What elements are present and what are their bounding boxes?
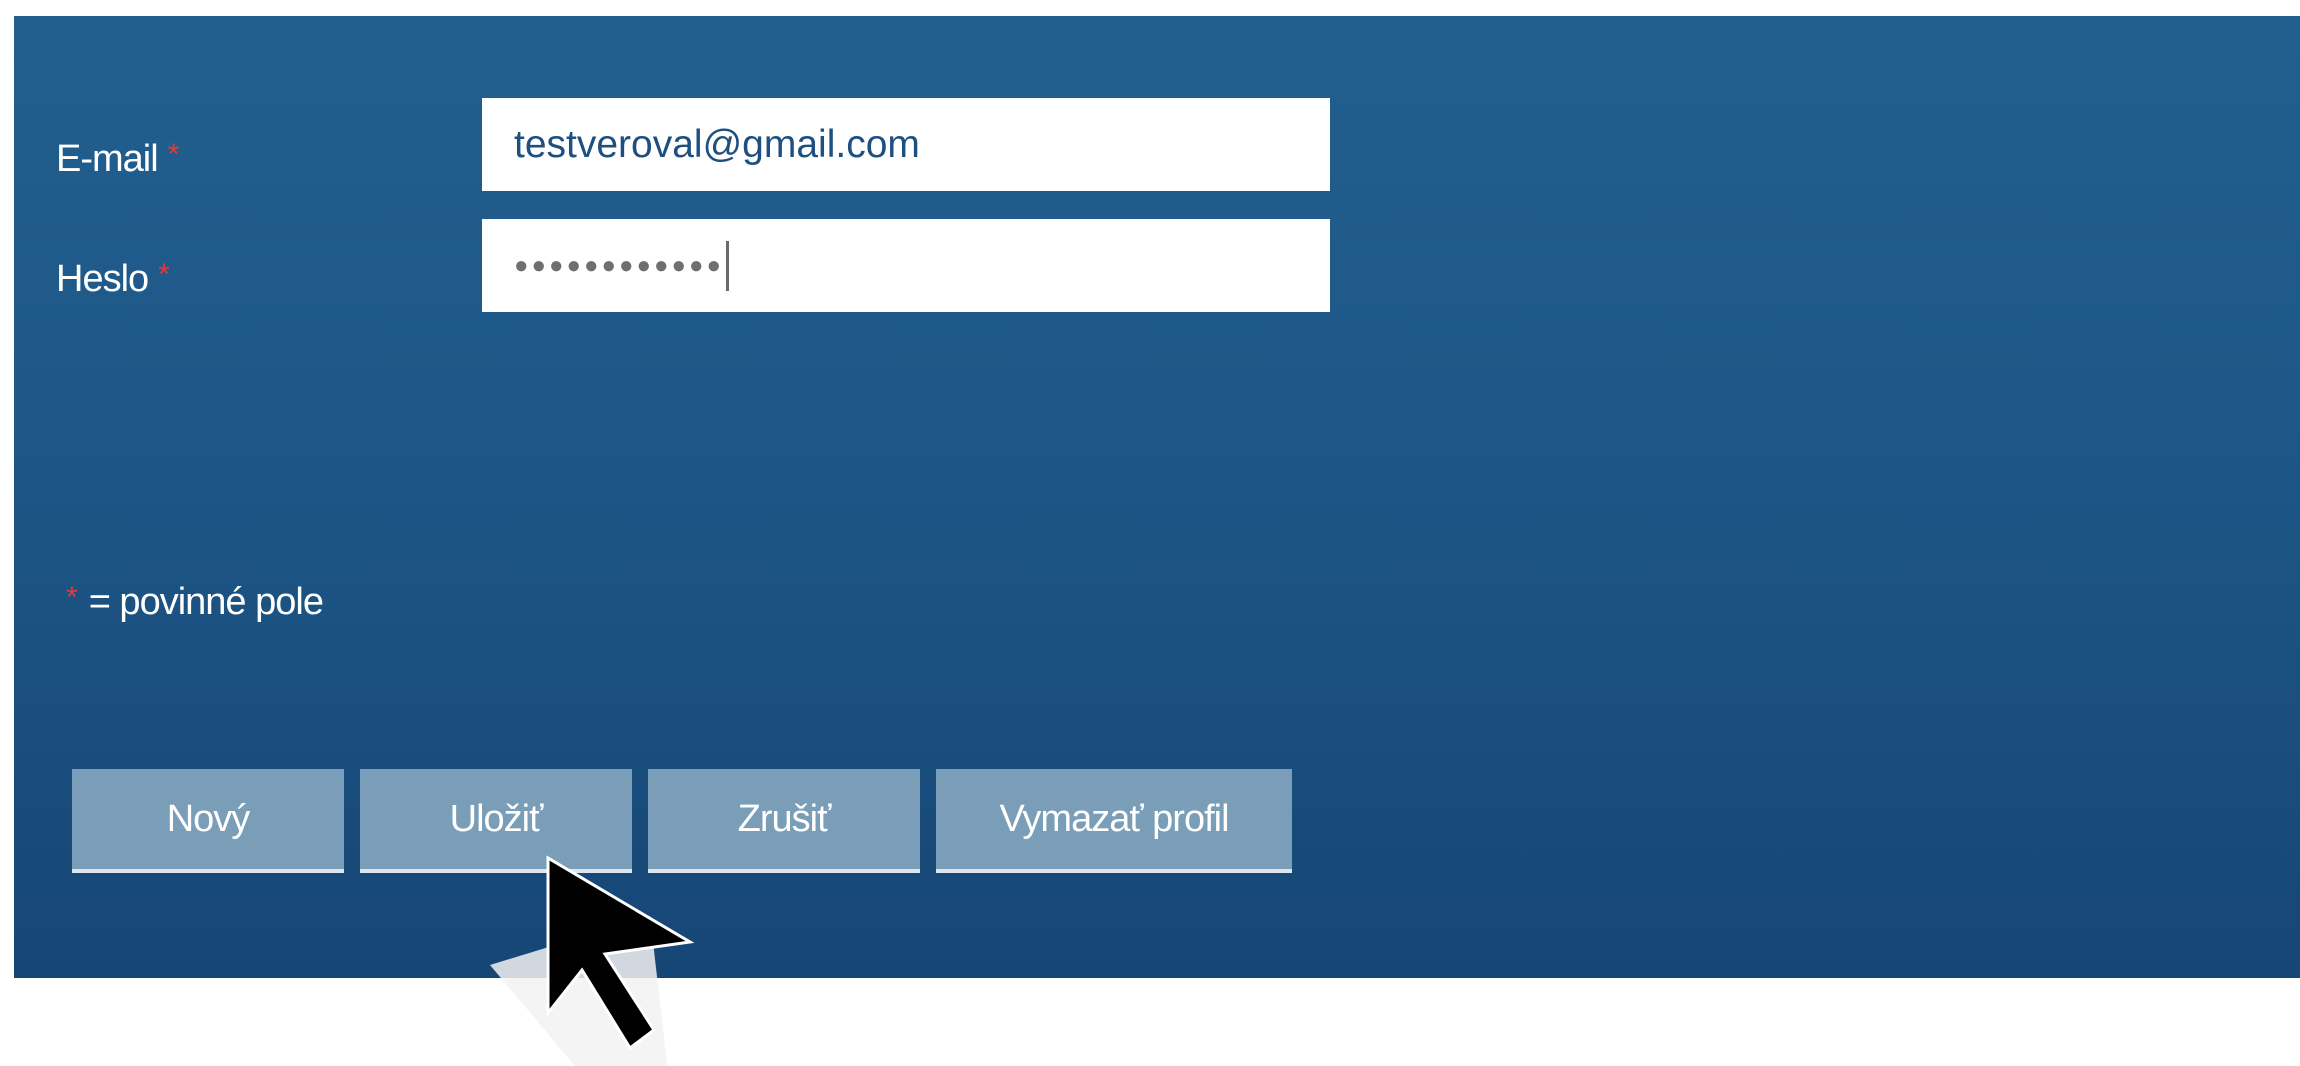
new-button[interactable]: Nový: [72, 769, 344, 873]
password-mask: ●●●●●●●●●●●●: [514, 251, 724, 279]
mouse-pointer-icon: [490, 855, 695, 1066]
text-caret: [725, 240, 729, 291]
required-mark: *: [167, 138, 180, 171]
password-label-text: Heslo: [56, 258, 149, 300]
email-label: E-mail *: [56, 138, 180, 181]
password-label: Heslo *: [56, 258, 170, 301]
delete-profile-button[interactable]: Vymazať profil: [936, 769, 1292, 873]
required-mark: *: [158, 258, 170, 291]
email-label-text: E-mail: [56, 138, 159, 180]
required-field-legend: * = povinné pole: [66, 581, 324, 624]
password-field[interactable]: ●●●●●●●●●●●●: [482, 219, 1330, 312]
email-field[interactable]: testveroval@gmail.com: [482, 98, 1330, 191]
legend-text: = povinné pole: [88, 581, 324, 623]
email-value: testveroval@gmail.com: [514, 122, 920, 166]
profile-form-panel: E-mail * testveroval@gmail.com Heslo * ●●●…: [14, 16, 2300, 978]
required-mark: *: [66, 581, 78, 614]
